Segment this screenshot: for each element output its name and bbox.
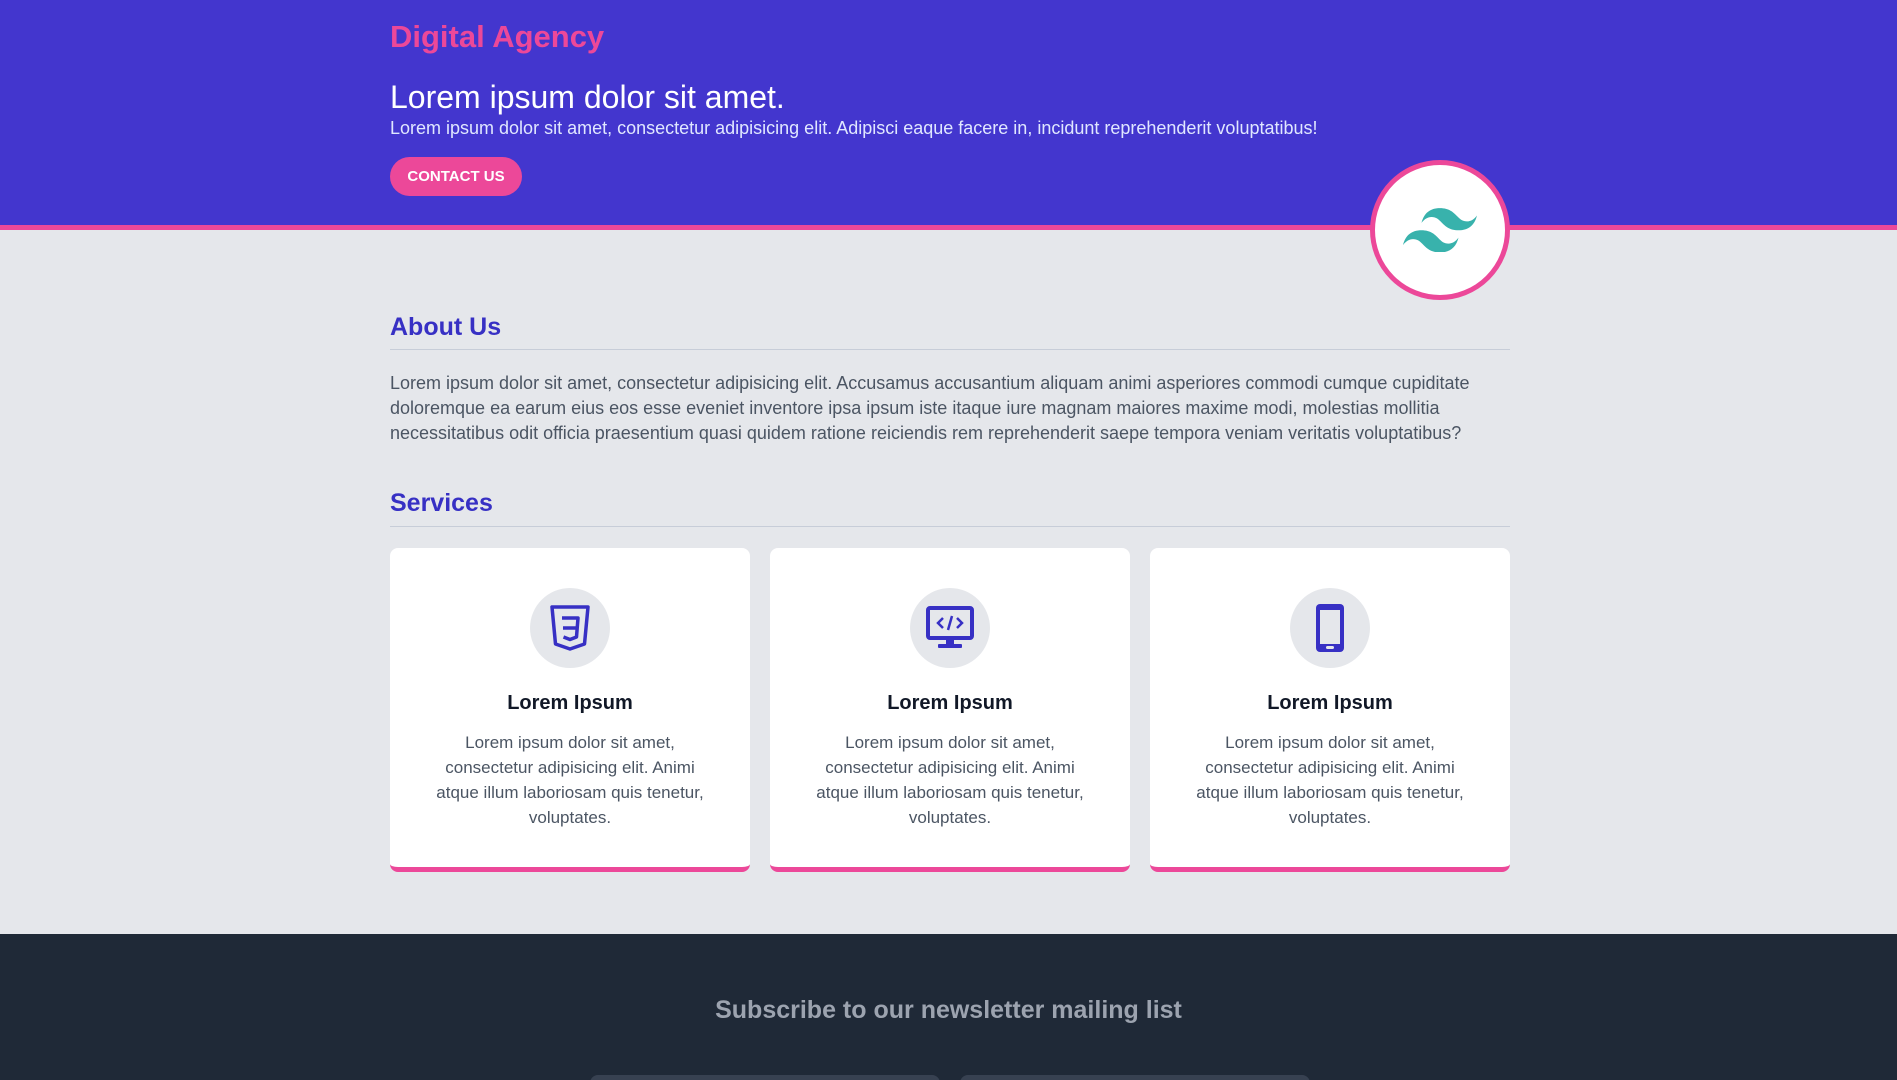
services-title: Services (390, 489, 493, 517)
hero-content: Digital Agency Lorem ipsum dolor sit ame… (390, 0, 1510, 230)
service-card-text: Lorem ipsum dolor sit amet, consectetur … (1196, 733, 1464, 827)
service-card-text: Lorem ipsum dolor sit amet, consectetur … (436, 733, 704, 827)
tailwind-logo-icon (1403, 208, 1477, 252)
service-card-title: Lorem Ipsum (887, 692, 1013, 714)
hero-headline: Lorem ipsum dolor sit amet. (390, 79, 785, 115)
service-card-text: Lorem ipsum dolor sit amet, consectetur … (816, 733, 1084, 827)
service-card-title: Lorem Ipsum (507, 692, 633, 714)
brand-name[interactable]: Digital Agency (390, 19, 604, 55)
about-us-text: Lorem ipsum dolor sit amet, consectetur … (390, 373, 1470, 443)
newsletter-name-input[interactable] (590, 1075, 940, 1080)
about-us-title: About Us (390, 313, 502, 341)
newsletter-title: Subscribe to our newsletter mailing list (715, 996, 1182, 1024)
css3-icon (550, 605, 590, 651)
service-card-title: Lorem Ipsum (1267, 692, 1393, 714)
about-divider (390, 349, 1510, 350)
service-card: Lorem Ipsum Lorem ipsum dolor sit amet, … (1150, 548, 1510, 872)
mobile-phone-icon (1316, 604, 1344, 652)
monitor-code-icon (926, 606, 974, 648)
service-icon-circle (910, 588, 990, 668)
service-icon-circle (530, 588, 610, 668)
hero-header: Digital Agency Lorem ipsum dolor sit ame… (0, 0, 1897, 230)
service-card: Lorem Ipsum Lorem ipsum dolor sit amet, … (770, 548, 1130, 872)
service-card: Lorem Ipsum Lorem ipsum dolor sit amet, … (390, 548, 750, 872)
tailwind-logo-badge (1370, 160, 1510, 300)
newsletter-footer: Subscribe to our newsletter mailing list (0, 934, 1897, 1080)
contact-us-button[interactable]: CONTACT US (390, 157, 522, 196)
service-icon-circle (1290, 588, 1370, 668)
hero-subtext: Lorem ipsum dolor sit amet, consectetur … (390, 118, 1318, 138)
newsletter-email-input[interactable] (960, 1075, 1310, 1080)
services-divider (390, 526, 1510, 527)
